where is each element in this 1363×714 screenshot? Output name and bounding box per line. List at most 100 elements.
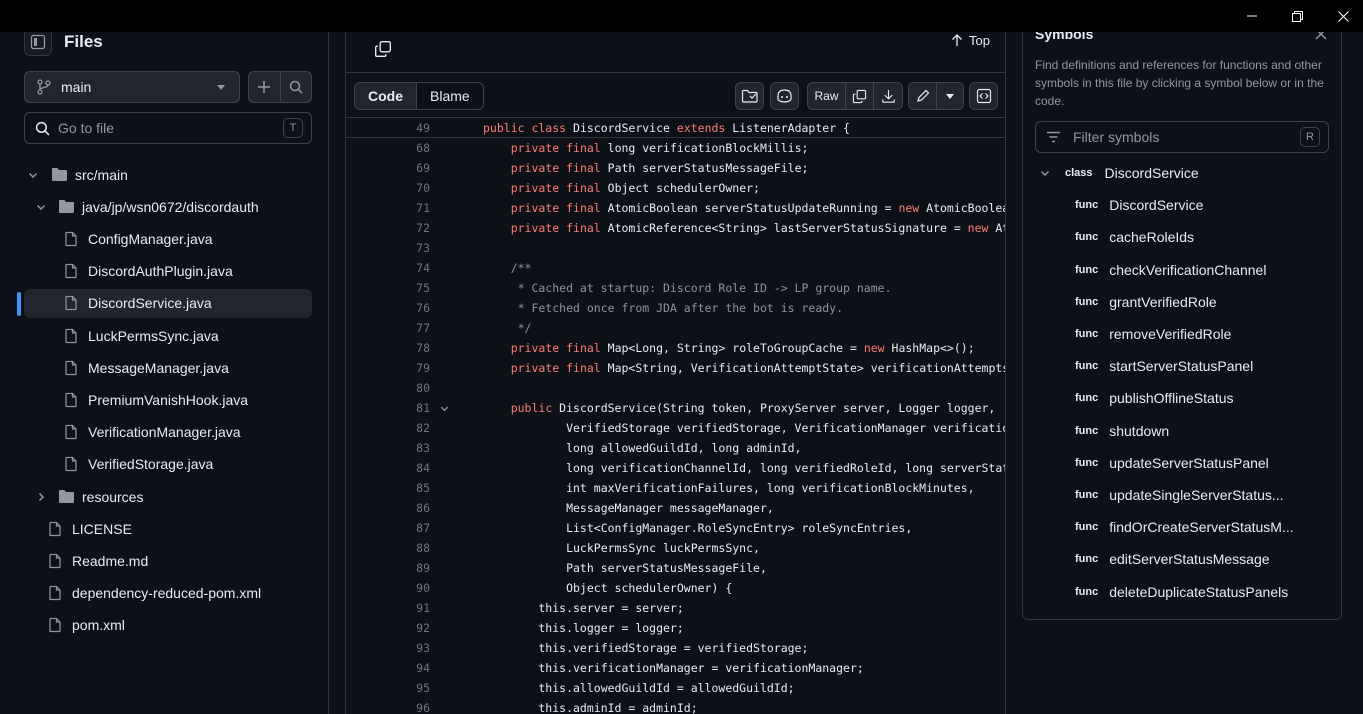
edit-options-dropdown[interactable] xyxy=(936,83,963,109)
code-line[interactable]: 74 /** xyxy=(346,258,1005,278)
code-line[interactable]: 95 this.allowedGuildId = allowedGuildId; xyxy=(346,678,1005,698)
line-number[interactable]: 90 xyxy=(346,581,431,595)
symbol-item[interactable]: func DiscordService xyxy=(1035,193,1331,217)
line-number[interactable]: 49 xyxy=(346,121,431,135)
tree-folder[interactable]: resources xyxy=(24,482,312,511)
code-line[interactable]: 85 int maxVerificationFailures, long ver… xyxy=(346,478,1005,498)
line-number[interactable]: 73 xyxy=(346,241,431,255)
code-line[interactable]: 91 this.server = server; xyxy=(346,598,1005,618)
code-line[interactable]: 82 VerifiedStorage verifiedStorage, Veri… xyxy=(346,418,1005,438)
copilot-button[interactable] xyxy=(770,82,799,110)
raw-button[interactable]: Raw xyxy=(808,83,845,109)
tree-folder[interactable]: java/jp/wsn0672/discordauth xyxy=(24,192,312,221)
line-number[interactable]: 74 xyxy=(346,261,431,275)
line-number[interactable]: 96 xyxy=(346,701,431,714)
symbol-item[interactable]: func checkVerificationChannel xyxy=(1035,258,1331,282)
code-line[interactable]: 69 private final Path serverStatusMessag… xyxy=(346,158,1005,178)
code-line[interactable]: 84 long verificationChannelId, long veri… xyxy=(346,458,1005,478)
code-line[interactable]: 71 private final AtomicBoolean serverSta… xyxy=(346,198,1005,218)
line-number[interactable]: 76 xyxy=(346,301,431,315)
line-number[interactable]: 79 xyxy=(346,361,431,375)
code-line[interactable]: 87 List<ConfigManager.RoleSyncEntry> rol… xyxy=(346,518,1005,538)
line-number[interactable]: 80 xyxy=(346,381,431,395)
code-line[interactable]: 93 this.verifiedStorage = verifiedStorag… xyxy=(346,638,1005,658)
line-number[interactable]: 85 xyxy=(346,481,431,495)
copy-path-button[interactable] xyxy=(374,40,392,63)
code-line[interactable]: 73 xyxy=(346,238,1005,258)
code-line[interactable]: 77 */ xyxy=(346,318,1005,338)
symbol-item[interactable]: func updateSingleServerStatus... xyxy=(1035,483,1331,507)
symbol-item[interactable]: func removeVerifiedRole xyxy=(1035,322,1331,346)
tree-file[interactable]: LICENSE xyxy=(24,514,312,543)
close-window-button[interactable] xyxy=(1320,0,1363,32)
line-number[interactable]: 91 xyxy=(346,601,431,615)
symbol-item[interactable]: func shutdown xyxy=(1035,419,1331,443)
branch-selector[interactable]: main xyxy=(24,71,240,103)
symbol-item[interactable]: func publishOfflineStatus xyxy=(1035,386,1331,410)
line-number[interactable]: 88 xyxy=(346,541,431,555)
symbol-item[interactable]: func grantVerifiedRole xyxy=(1035,290,1331,314)
code-line[interactable]: 81 public DiscordService(String token, P… xyxy=(346,398,1005,418)
symbol-item[interactable]: func startServerStatusPanel xyxy=(1035,354,1331,378)
code-line[interactable]: 86 MessageManager messageManager, xyxy=(346,498,1005,518)
tree-file[interactable]: VerifiedStorage.java xyxy=(24,450,312,479)
chevron-down-icon[interactable] xyxy=(34,201,48,213)
tree-file[interactable]: LuckPermsSync.java xyxy=(24,321,312,350)
tab-code[interactable]: Code xyxy=(355,83,417,109)
go-to-file-input[interactable]: Go to file T xyxy=(24,112,312,144)
collapse-sidebar-button[interactable] xyxy=(24,28,52,56)
download-button[interactable] xyxy=(873,83,902,109)
minimize-button[interactable] xyxy=(1229,0,1275,32)
tree-file[interactable]: DiscordService.java xyxy=(24,288,312,318)
fold-chevron-icon[interactable] xyxy=(431,403,483,414)
maximize-button[interactable] xyxy=(1274,0,1320,32)
line-number[interactable]: 86 xyxy=(346,501,431,515)
code-line[interactable]: 78 private final Map<Long, String> roleT… xyxy=(346,338,1005,358)
line-number[interactable]: 70 xyxy=(346,181,431,195)
chevron-right-icon[interactable] xyxy=(34,491,48,503)
code-line[interactable]: 94 this.verificationManager = verificati… xyxy=(346,658,1005,678)
line-number[interactable]: 95 xyxy=(346,681,431,695)
tree-folder[interactable]: src/main xyxy=(24,160,312,189)
tree-file[interactable]: DiscordAuthPlugin.java xyxy=(24,257,312,286)
filter-symbols-input[interactable]: Filter symbols R xyxy=(1035,121,1329,153)
symbol-item[interactable]: func cacheRoleIds xyxy=(1035,225,1331,249)
line-number[interactable]: 81 xyxy=(346,401,431,415)
edit-file-button[interactable] xyxy=(909,83,936,109)
code-line[interactable]: 72 private final AtomicReference<String>… xyxy=(346,218,1005,238)
line-number[interactable]: 94 xyxy=(346,661,431,675)
code-line[interactable]: 79 private final Map<String, Verificatio… xyxy=(346,358,1005,378)
line-number[interactable]: 71 xyxy=(346,201,431,215)
line-number[interactable]: 68 xyxy=(346,141,431,155)
symbol-item[interactable]: func isServerReachable xyxy=(1035,612,1331,619)
symbol-item[interactable]: class DiscordService xyxy=(1035,161,1331,185)
line-number[interactable]: 69 xyxy=(346,161,431,175)
code-line[interactable]: 92 this.logger = logger; xyxy=(346,618,1005,638)
symbols-panel-toggle[interactable] xyxy=(969,82,998,110)
tree-file[interactable]: ConfigManager.java xyxy=(24,224,312,253)
tree-file[interactable]: Readme.md xyxy=(24,546,312,575)
symbol-item[interactable]: func findOrCreateServerStatusM... xyxy=(1035,515,1331,539)
symbol-item[interactable]: func deleteDuplicateStatusPanels xyxy=(1035,580,1331,604)
code-line[interactable]: 76 * Fetched once from JDA after the bot… xyxy=(346,298,1005,318)
chevron-down-icon[interactable] xyxy=(26,169,40,181)
chevron-down-icon[interactable] xyxy=(1039,167,1051,179)
line-number[interactable]: 72 xyxy=(346,221,431,235)
symbol-item[interactable]: func updateServerStatusPanel xyxy=(1035,451,1331,475)
tab-blame[interactable]: Blame xyxy=(417,83,483,109)
search-files-button[interactable] xyxy=(279,72,311,102)
tree-file[interactable]: pom.xml xyxy=(24,611,312,640)
tree-file[interactable]: MessageManager.java xyxy=(24,353,312,382)
line-number[interactable]: 89 xyxy=(346,561,431,575)
code-line[interactable]: 75 * Cached at startup: Discord Role ID … xyxy=(346,278,1005,298)
code-line[interactable]: 70 private final Object schedulerOwner; xyxy=(346,178,1005,198)
line-number[interactable]: 93 xyxy=(346,641,431,655)
code-line[interactable]: 68 private final long verificationBlockM… xyxy=(346,138,1005,158)
add-file-button[interactable] xyxy=(249,72,280,102)
copy-raw-button[interactable] xyxy=(845,83,873,109)
tree-file[interactable]: dependency-reduced-pom.xml xyxy=(24,579,312,608)
code-line[interactable]: 80 xyxy=(346,378,1005,398)
symbol-item[interactable]: func editServerStatusMessage xyxy=(1035,547,1331,571)
line-number[interactable]: 92 xyxy=(346,621,431,635)
line-number[interactable]: 83 xyxy=(346,441,431,455)
